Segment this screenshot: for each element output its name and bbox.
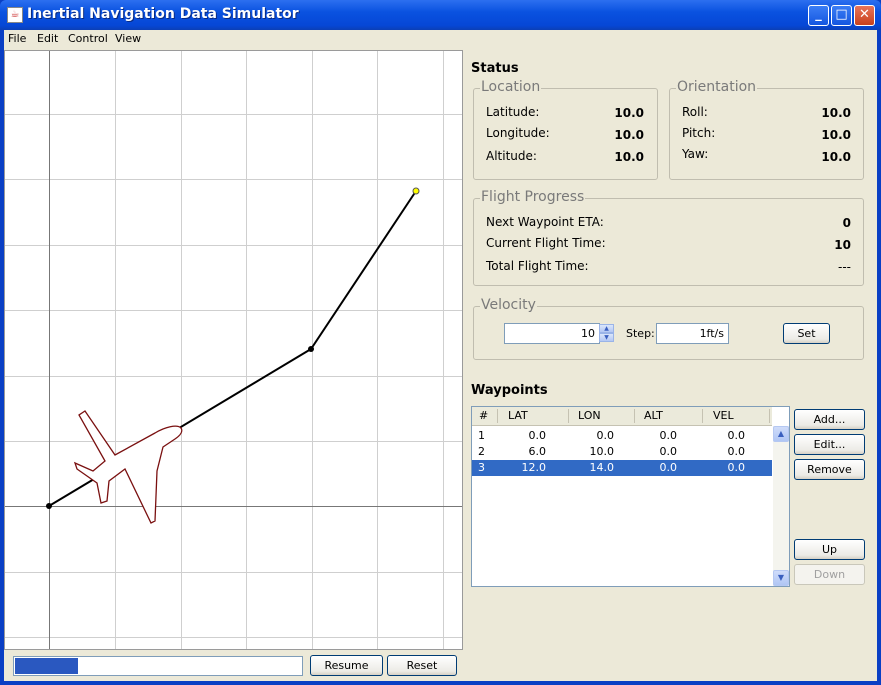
menu-file[interactable]: File xyxy=(8,32,26,45)
col-lat[interactable]: LAT xyxy=(508,409,528,422)
flight-progress-legend: Flight Progress xyxy=(480,189,586,205)
close-icon: ✕ xyxy=(859,7,870,22)
longitude-value: 10.0 xyxy=(614,128,644,142)
table-scrollbar[interactable]: ▲ ▼ xyxy=(773,426,789,586)
location-legend: Location xyxy=(480,79,542,95)
cell-vel: 0.0 xyxy=(727,429,746,442)
scroll-down-icon[interactable]: ▼ xyxy=(773,570,789,586)
app-window: ☕ Inertial Navigation Data Simulator _ □… xyxy=(0,0,881,685)
velocity-legend: Velocity xyxy=(480,297,537,313)
col-vel[interactable]: VEL xyxy=(713,409,734,422)
minimize-icon: _ xyxy=(815,7,822,22)
progress-fill xyxy=(15,658,79,674)
yaw-label: Yaw: xyxy=(682,147,709,161)
spin-up-icon[interactable]: ▲ xyxy=(599,324,614,333)
total-flight-time-label: Total Flight Time: xyxy=(486,259,589,273)
latitude-value: 10.0 xyxy=(614,106,644,120)
waypoint-marker-3[interactable] xyxy=(412,187,420,195)
step-label: Step: xyxy=(626,327,655,340)
add-waypoint-button[interactable]: Add... xyxy=(794,409,865,430)
menu-control[interactable]: Control xyxy=(68,32,108,45)
reset-button[interactable]: Reset xyxy=(387,655,457,676)
col-alt[interactable]: ALT xyxy=(644,409,663,422)
waypoints-table: # LAT LON ALT VEL 1 0.0 0.0 0.0 0.0 2 6.0 10.0 0… xyxy=(471,406,790,587)
roll-label: Roll: xyxy=(682,105,708,119)
table-row[interactable]: 2 6.0 10.0 0.0 0.0 xyxy=(472,444,772,460)
maximize-icon: □ xyxy=(835,7,848,22)
axes xyxy=(5,51,462,649)
velocity-input[interactable]: 10 xyxy=(504,323,600,344)
yaw-value: 10.0 xyxy=(821,150,851,164)
velocity-spinner: ▲ ▼ xyxy=(599,324,614,343)
set-velocity-button[interactable]: Set xyxy=(783,323,830,344)
waypoint-marker-1[interactable] xyxy=(46,503,52,509)
current-flight-time-value: 10 xyxy=(834,238,851,252)
cell-lon: 0.0 xyxy=(596,429,615,442)
altitude-label: Altitude: xyxy=(486,149,537,163)
total-flight-time-value: --- xyxy=(838,260,851,274)
cell-lat: 6.0 xyxy=(528,445,547,458)
col-lon[interactable]: LON xyxy=(578,409,601,422)
pitch-label: Pitch: xyxy=(682,126,716,140)
move-down-button[interactable]: Down xyxy=(794,564,865,585)
move-up-button[interactable]: Up xyxy=(794,539,865,560)
resume-button[interactable]: Resume xyxy=(310,655,383,676)
java-app-icon: ☕ xyxy=(7,7,23,23)
cell-lat: 0.0 xyxy=(528,429,547,442)
cell-num: 3 xyxy=(478,461,485,474)
menu-view[interactable]: View xyxy=(115,32,141,45)
velocity-group: Velocity 10 ▲ ▼ Step: 1ft/s Set xyxy=(473,297,864,360)
cell-vel: 0.0 xyxy=(727,445,746,458)
current-flight-time-label: Current Flight Time: xyxy=(486,236,606,250)
window-title: Inertial Navigation Data Simulator xyxy=(27,6,299,22)
maximize-button[interactable]: □ xyxy=(831,5,852,26)
simulation-progress-bar xyxy=(13,656,303,676)
cell-num: 2 xyxy=(478,445,485,458)
map-canvas[interactable] xyxy=(4,50,463,650)
latitude-label: Latitude: xyxy=(486,105,540,119)
flight-progress-group: Flight Progress Next Waypoint ETA: 0 Cur… xyxy=(473,189,864,286)
spin-down-icon[interactable]: ▼ xyxy=(599,333,614,342)
orientation-group: Orientation Roll: 10.0 Pitch: 10.0 Yaw: … xyxy=(669,79,864,180)
location-group: Location Latitude: 10.0 Longitude: 10.0 … xyxy=(473,79,658,180)
step-input[interactable]: 1ft/s xyxy=(656,323,729,344)
map-svg xyxy=(5,51,462,649)
client-area: File Edit Control View Resume Reset Stat… xyxy=(4,30,877,681)
close-button[interactable]: ✕ xyxy=(854,5,875,26)
pitch-value: 10.0 xyxy=(821,128,851,142)
cell-lon: 10.0 xyxy=(589,445,615,458)
eta-label: Next Waypoint ETA: xyxy=(486,215,604,229)
cell-vel: 0.0 xyxy=(727,461,746,474)
cell-num: 1 xyxy=(478,429,485,442)
edit-waypoint-button[interactable]: Edit... xyxy=(794,434,865,455)
title-bar[interactable]: ☕ Inertial Navigation Data Simulator _ □… xyxy=(0,0,881,30)
status-heading: Status xyxy=(471,61,519,76)
cell-lat: 12.0 xyxy=(521,461,547,474)
cell-alt: 0.0 xyxy=(659,445,678,458)
altitude-value: 10.0 xyxy=(614,150,644,164)
menu-bar: File Edit Control View xyxy=(4,30,877,48)
remove-waypoint-button[interactable]: Remove xyxy=(794,459,865,480)
roll-value: 10.0 xyxy=(821,106,851,120)
minimize-button[interactable]: _ xyxy=(808,5,829,26)
scroll-up-icon[interactable]: ▲ xyxy=(773,426,789,442)
col-num[interactable]: # xyxy=(479,409,488,422)
eta-value: 0 xyxy=(842,216,851,230)
orientation-legend: Orientation xyxy=(676,79,758,95)
menu-edit[interactable]: Edit xyxy=(37,32,58,45)
cell-alt: 0.0 xyxy=(659,461,678,474)
longitude-label: Longitude: xyxy=(486,126,550,140)
table-header: # LAT LON ALT VEL xyxy=(472,407,772,426)
cell-alt: 0.0 xyxy=(659,429,678,442)
waypoints-heading: Waypoints xyxy=(471,383,548,398)
table-row[interactable]: 1 0.0 0.0 0.0 0.0 xyxy=(472,428,772,444)
table-row[interactable]: 3 12.0 14.0 0.0 0.0 xyxy=(472,460,772,476)
cell-lon: 14.0 xyxy=(589,461,615,474)
grid xyxy=(5,51,462,649)
waypoint-marker-2[interactable] xyxy=(308,346,314,352)
